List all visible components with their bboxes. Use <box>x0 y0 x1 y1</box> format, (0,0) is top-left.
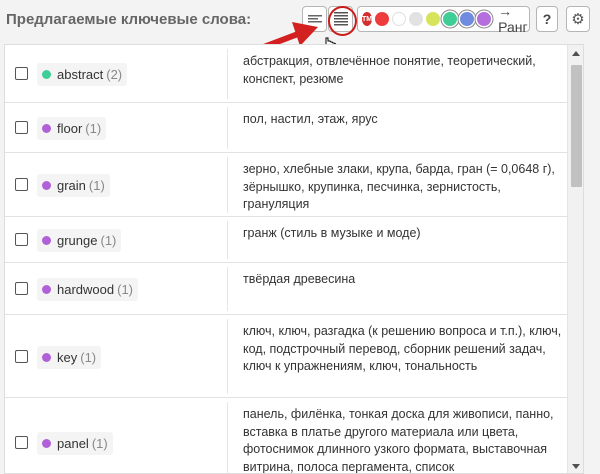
keyword-count: (1) <box>85 121 102 136</box>
keywords-table: abstract (2) абстракция, отвлечённое понят… <box>4 44 584 474</box>
keyword-checkbox[interactable] <box>15 436 28 449</box>
keyword-chip[interactable]: key (1) <box>37 345 102 369</box>
keyword-count: (1) <box>80 349 97 365</box>
keyword-checkbox[interactable] <box>15 178 28 191</box>
color-filter-dots <box>375 12 492 26</box>
column-divider <box>227 221 228 259</box>
keyword-chip[interactable]: hardwood (1) <box>37 278 138 301</box>
scroll-up-arrow[interactable] <box>572 51 580 56</box>
keyword-row: panel (1) панель, филёнка, тонкая доска дл… <box>5 398 567 474</box>
settings-button[interactable]: ⚙ <box>566 6 590 32</box>
keyword-row: key (1) ключ, ключ, разгадка (к решению во… <box>5 315 567 398</box>
keyword-count: (1) <box>91 436 108 451</box>
column-divider <box>227 402 228 473</box>
keyword-color-dot <box>42 236 51 245</box>
gear-icon: ⚙ <box>571 11 585 28</box>
purple-dot[interactable] <box>477 12 492 26</box>
keyword-text: floor <box>57 121 83 136</box>
rank-sort-button[interactable]: → Ранг <box>498 3 528 35</box>
keyword-color-dot <box>42 181 51 190</box>
keyword-translation: ключ, ключ, разгадка (к решению вопроса … <box>243 324 562 373</box>
tm-badge[interactable]: TM <box>362 12 373 26</box>
keyword-text: hardwood <box>57 282 115 297</box>
column-divider <box>227 49 228 99</box>
keyword-translation: гранж (стиль в музыке и моде) <box>243 226 421 240</box>
keyword-translation: зерно, хлебные злаки, крупа, барда, гран… <box>243 162 555 211</box>
column-divider <box>227 319 228 394</box>
scrollbar-thumb[interactable] <box>571 65 582 187</box>
keyword-text: panel <box>57 436 89 451</box>
page-title: Предлагаемые ключевые слова: <box>6 11 252 28</box>
keyword-count: (1) <box>100 233 117 248</box>
keyword-chip[interactable]: grain (1) <box>37 174 110 197</box>
keyword-translation: пол, настил, этаж, ярус <box>243 112 378 126</box>
keyword-checkbox[interactable] <box>15 282 28 295</box>
red-dot[interactable] <box>375 12 390 26</box>
scroll-down-arrow[interactable] <box>572 464 580 469</box>
keyword-row: floor (1) пол, настил, этаж, ярус <box>5 103 567 153</box>
keyword-count: (1) <box>117 282 133 297</box>
scrollbar[interactable] <box>567 45 583 473</box>
keyword-translation: абстракция, отвлечённое понятие, теорети… <box>243 54 536 86</box>
keyword-checkbox[interactable] <box>15 233 28 246</box>
column-divider <box>227 157 228 213</box>
keyword-color-dot <box>42 124 51 133</box>
keyword-checkbox[interactable] <box>15 67 28 80</box>
blue-dot[interactable] <box>460 12 475 26</box>
keyword-chip[interactable]: abstract (2) <box>37 63 128 86</box>
keyword-chip[interactable]: grunge (1) <box>37 229 122 252</box>
yellow-dot[interactable] <box>426 12 441 26</box>
keyword-chip[interactable]: floor (1) <box>37 117 107 140</box>
keyword-row: grain (1) зерно, хлебные злаки, крупа, бар… <box>5 153 567 217</box>
keyword-color-dot <box>42 352 51 362</box>
keyword-row: abstract (2) абстракция, отвлечённое понят… <box>5 45 567 103</box>
keyword-translation: твёрдая древесина <box>243 272 356 286</box>
keyword-color-dot <box>42 285 51 294</box>
keyword-count: (1) <box>88 178 105 193</box>
keyword-row: hardwood (1) твёрдая древесина <box>5 263 567 315</box>
keyword-checkbox[interactable] <box>15 121 28 134</box>
keyword-checkbox[interactable] <box>15 349 28 363</box>
gray-dot[interactable] <box>409 12 424 26</box>
keyword-count: (2) <box>106 67 123 82</box>
column-divider <box>227 107 228 149</box>
keyword-row: grunge (1) гранж (стиль в музыке и моде) <box>5 217 567 263</box>
keyword-color-dot <box>42 439 51 448</box>
help-button[interactable]: ? <box>536 6 558 32</box>
keyword-text: key <box>57 349 78 365</box>
column-divider <box>227 267 228 311</box>
keyword-text: abstract <box>57 67 104 82</box>
keyword-translation: панель, филёнка, тонкая доска для живопи… <box>243 407 554 474</box>
keyword-chip[interactable]: panel (1) <box>37 432 113 455</box>
keyword-text: grunge <box>57 233 98 248</box>
white-dot[interactable] <box>392 12 407 26</box>
keyword-color-dot <box>42 70 51 79</box>
green-dot[interactable] <box>443 12 458 26</box>
color-filter-group: TM → Ранг <box>357 3 530 35</box>
keyword-text: grain <box>57 178 86 193</box>
